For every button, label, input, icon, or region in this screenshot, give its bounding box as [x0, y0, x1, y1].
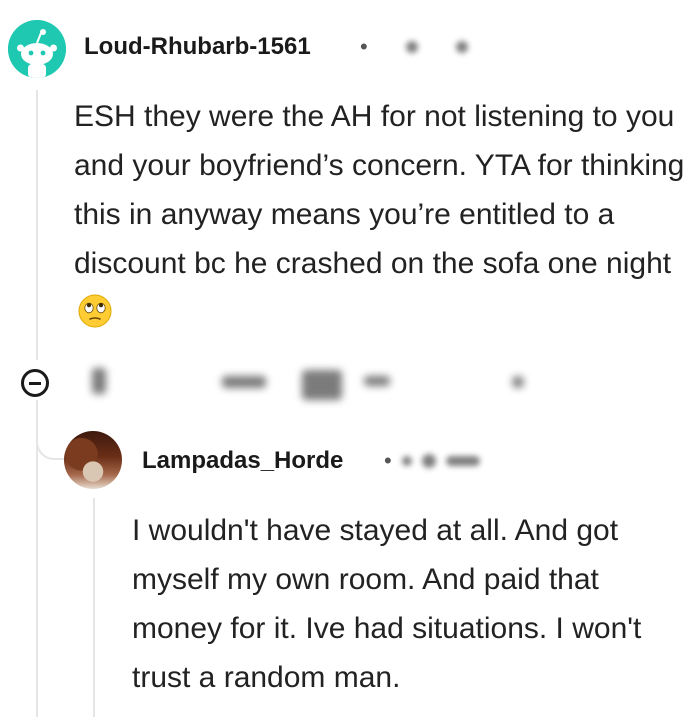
award-button[interactable] — [364, 376, 390, 386]
redacted-meta — [455, 41, 468, 53]
redacted-meta — [405, 41, 418, 53]
comment-author[interactable]: Loud-Rhubarb-1561 — [84, 32, 311, 62]
reply-author[interactable]: Lampadas_Horde — [142, 446, 343, 476]
comment-meta: • — [360, 32, 468, 62]
reply-button[interactable] — [302, 370, 342, 400]
reply-thread-line[interactable] — [93, 498, 95, 717]
comment-body: ESH they were the AH for not listening t… — [74, 92, 694, 337]
upvote-icon[interactable] — [92, 368, 106, 394]
more-options-icon[interactable] — [512, 376, 524, 388]
face-with-rolling-eyes-icon — [78, 294, 112, 328]
meta-separator: • — [360, 34, 368, 59]
redacted-meta — [421, 454, 436, 468]
snoo-avatar-icon — [8, 20, 66, 78]
thread-line[interactable] — [36, 90, 38, 360]
avatar[interactable] — [64, 431, 122, 489]
collapse-thread-button[interactable] — [21, 369, 49, 397]
reply-meta: • — [384, 446, 480, 476]
thread-line[interactable] — [36, 400, 38, 717]
vote-count — [222, 376, 266, 388]
redacted-meta — [401, 456, 412, 466]
redacted-meta — [445, 456, 480, 466]
avatar[interactable] — [8, 20, 66, 78]
meta-separator: • — [384, 448, 392, 473]
thread-connector — [36, 400, 64, 460]
reply-body: I wouldn't have stayed at all. And got m… — [132, 514, 642, 694]
comment-action-bar — [0, 362, 700, 408]
comment-text: ESH they were the AH for not listening t… — [74, 100, 685, 280]
